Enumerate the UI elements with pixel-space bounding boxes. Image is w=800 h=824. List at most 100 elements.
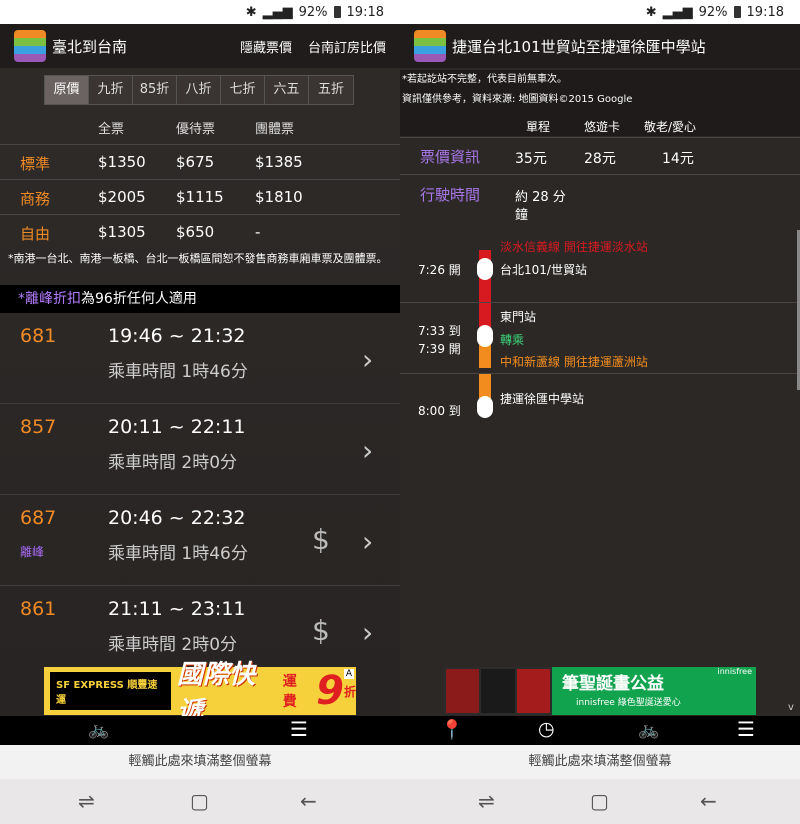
fill-screen-bar[interactable]: 輕觸此處來填滿整個螢幕 [400,745,800,779]
fare-concession: $675 [176,153,215,171]
ad-card-image [446,669,480,713]
list-icon[interactable]: ☰ [290,717,308,741]
map-pin-icon[interactable]: 📍 [440,718,464,741]
hide-fare-button[interactable]: 隱藏票價 [240,37,292,56]
ad-cards [444,667,552,715]
signal-icon: ▂▄▆ [262,4,293,20]
fare-group: - [255,223,261,241]
fare-class: 標準 [20,155,51,173]
ad-green-panel: 筆聖誕畫公益 innisfree 綠色聖誕送愛心 innisfree [552,667,756,715]
system-nav-bar: ⇌ ▢ ← [0,779,400,824]
history-icon[interactable]: ◷ [538,718,555,740]
tab-discount-85[interactable]: 85折 [133,76,177,104]
line-header: 中和新蘆線 開往捷運蘆洲站 [500,355,648,369]
tab-discount-65[interactable]: 六五 [265,76,309,104]
app-logo-icon[interactable] [414,30,446,62]
ad-brand: SF EXPRESS 順豐速運 [50,672,171,710]
train-row[interactable]: 857 20:11 ~ 22:11 乘車時間 2時0分 › [0,404,400,495]
fare-senior: 14元 [662,151,694,167]
recents-icon[interactable]: ⇌ [78,789,95,813]
chevron-right-icon[interactable]: › [362,434,373,467]
app-bar: 臺北到台南 隱藏票價 台南訂房比價 [0,24,400,68]
app-logo-icon[interactable] [14,30,46,62]
fare-group: $1810 [255,188,303,206]
transfer-label: 轉乘 [500,333,525,347]
travel-time-value: 約 28 分 [515,190,566,205]
train-time: 20:11 ~ 22:11 [108,416,246,438]
info-note-line: 資訊僅供參考，資料來源: 地圖資料©2015 Google [402,94,633,105]
ad-card-image [516,669,550,713]
battery-icon [733,6,741,18]
fare-full: $1350 [98,153,146,171]
stop-name: 台北101/世貿站 [500,263,587,277]
fare-note: *南港一台北、南港一板橋、台北一板橋區間恕不發售商務車廂車票及團體票。 [8,252,388,265]
battery-icon [333,6,341,18]
bicycle-icon[interactable]: 🚲 [638,720,659,740]
stop-time: 7:39 開 [418,342,461,356]
fill-screen-bar[interactable]: 輕觸此處來填滿整個螢幕 [0,745,400,779]
tab-discount-90[interactable]: 九折 [89,76,133,104]
bottom-toolbar: 🚲 ☰ [0,716,400,745]
bicycle-icon[interactable]: 🚲 [88,720,109,740]
train-row[interactable]: 681 19:46 ~ 21:32 乘車時間 1時46分 › [0,313,400,404]
stop-name: 捷運徐匯中學站 [500,392,585,406]
ad-subtext: innisfree 綠色聖誕送愛心 [576,698,681,708]
page-title: 臺北到台南 [52,37,128,56]
tab-discount-70[interactable]: 七折 [221,76,265,104]
offpeak-banner: *離峰折扣為96折任何人適用 [0,285,400,313]
home-icon[interactable]: ▢ [190,789,209,813]
train-duration: 乘車時間 2時0分 [108,453,238,473]
fare-easycard: 28元 [584,151,616,167]
back-icon[interactable]: ← [300,789,317,813]
fare-group: $1385 [255,153,303,171]
tab-discount-original[interactable]: 原價 [45,76,89,104]
offpeak-label: *離峰折扣 [18,291,81,307]
recents-icon[interactable]: ⇌ [478,789,495,813]
col-easycard: 悠遊卡 [584,120,621,134]
clock: 19:18 [346,4,384,20]
train-duration: 乘車時間 1時46分 [108,544,248,564]
chevron-right-icon[interactable]: › [362,525,373,558]
ad-chevron-down-icon[interactable]: v [788,702,794,713]
chevron-right-icon[interactable]: › [362,616,373,649]
line-header: 淡水信義線 開往捷運淡水站 [500,240,648,254]
fare-class: 商務 [20,190,51,208]
ad-banner[interactable]: SF EXPRESS 順豐速運 國際快遞 運費 9 折 A [44,660,356,727]
fare-row: 標準 $1350 $675 $1385 [0,144,400,178]
ad-badge[interactable]: A [343,669,354,679]
train-row[interactable]: 687 離峰 20:46 ~ 22:32 乘車時間 1時46分 $ › [0,495,400,586]
fare-full: $1305 [98,223,146,241]
stop-name: 東門站 [500,310,537,324]
home-icon[interactable]: ▢ [590,789,609,813]
dollar-icon: $ [312,523,330,556]
offpeak-text: 為96折任何人適用 [81,291,197,307]
fare-concession: $650 [176,223,215,241]
fare-row: 商務 $2005 $1115 $1810 [0,179,400,213]
travel-time-row: 行駛時間 約 28 分 鐘 [400,182,800,232]
hotel-compare-button[interactable]: 台南訂房比價 [308,37,386,56]
ad-banner[interactable]: 筆聖誕畫公益 innisfree 綠色聖誕送愛心 innisfree [444,667,756,715]
fare-row: 自由 $1305 $650 - [0,214,400,248]
train-time: 21:11 ~ 23:11 [108,598,246,620]
right-screen: ✱ ▂▄▆ 92% 19:18 捷運台北101世貿站至捷運徐匯中學站 *若起訖站… [400,0,800,824]
train-number: 687 [20,507,57,529]
stop-dot [477,258,493,280]
tab-discount-50[interactable]: 五折 [309,76,353,104]
divider [400,137,800,138]
stop-time: 8:00 到 [418,404,461,418]
fare-concession: $1115 [176,188,224,206]
list-icon[interactable]: ☰ [737,717,755,741]
train-duration: 乘車時間 2時0分 [108,635,238,655]
train-time: 19:46 ~ 21:32 [108,325,246,347]
tab-discount-80[interactable]: 八折 [177,76,221,104]
divider [400,373,800,374]
train-time: 20:46 ~ 22:32 [108,507,246,529]
bluetooth-icon: ✱ [645,4,657,20]
train-number: 857 [20,416,57,438]
back-icon[interactable]: ← [700,789,717,813]
train-tag: 離峰 [20,545,45,559]
left-screen: ✱ ▂▄▆ 92% 19:18 臺北到台南 隱藏票價 台南訂房比價 原價 九折 … [0,0,400,824]
chevron-right-icon[interactable]: › [362,343,373,376]
fare-info-label: 票價資訊 [420,148,481,166]
stop-time: 7:33 到 [418,324,461,338]
